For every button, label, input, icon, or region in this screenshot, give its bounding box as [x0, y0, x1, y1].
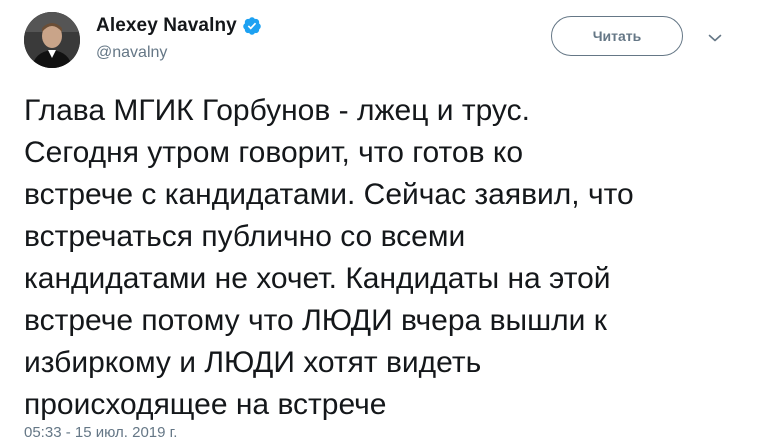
chevron-down-icon[interactable] — [703, 26, 727, 50]
avatar[interactable] — [24, 12, 80, 68]
user-avatar-icon — [24, 12, 80, 68]
tweet-text: Глава МГИК Горбунов - лжец и трус. Сегод… — [24, 94, 634, 421]
display-name-row: Alexey Navalny — [96, 14, 262, 38]
verified-badge-icon — [242, 16, 262, 36]
author-info: Alexey Navalny @navalny — [96, 12, 262, 68]
display-name[interactable]: Alexey Navalny — [96, 15, 237, 37]
tweet-timestamp[interactable]: 05:33 - 15 июл. 2019 г. — [24, 424, 177, 441]
tweet-card: Alexey Navalny @navalny Читать Глава МГИ… — [0, 0, 761, 448]
user-handle[interactable]: @navalny — [96, 44, 262, 62]
follow-button[interactable]: Читать — [551, 16, 683, 56]
